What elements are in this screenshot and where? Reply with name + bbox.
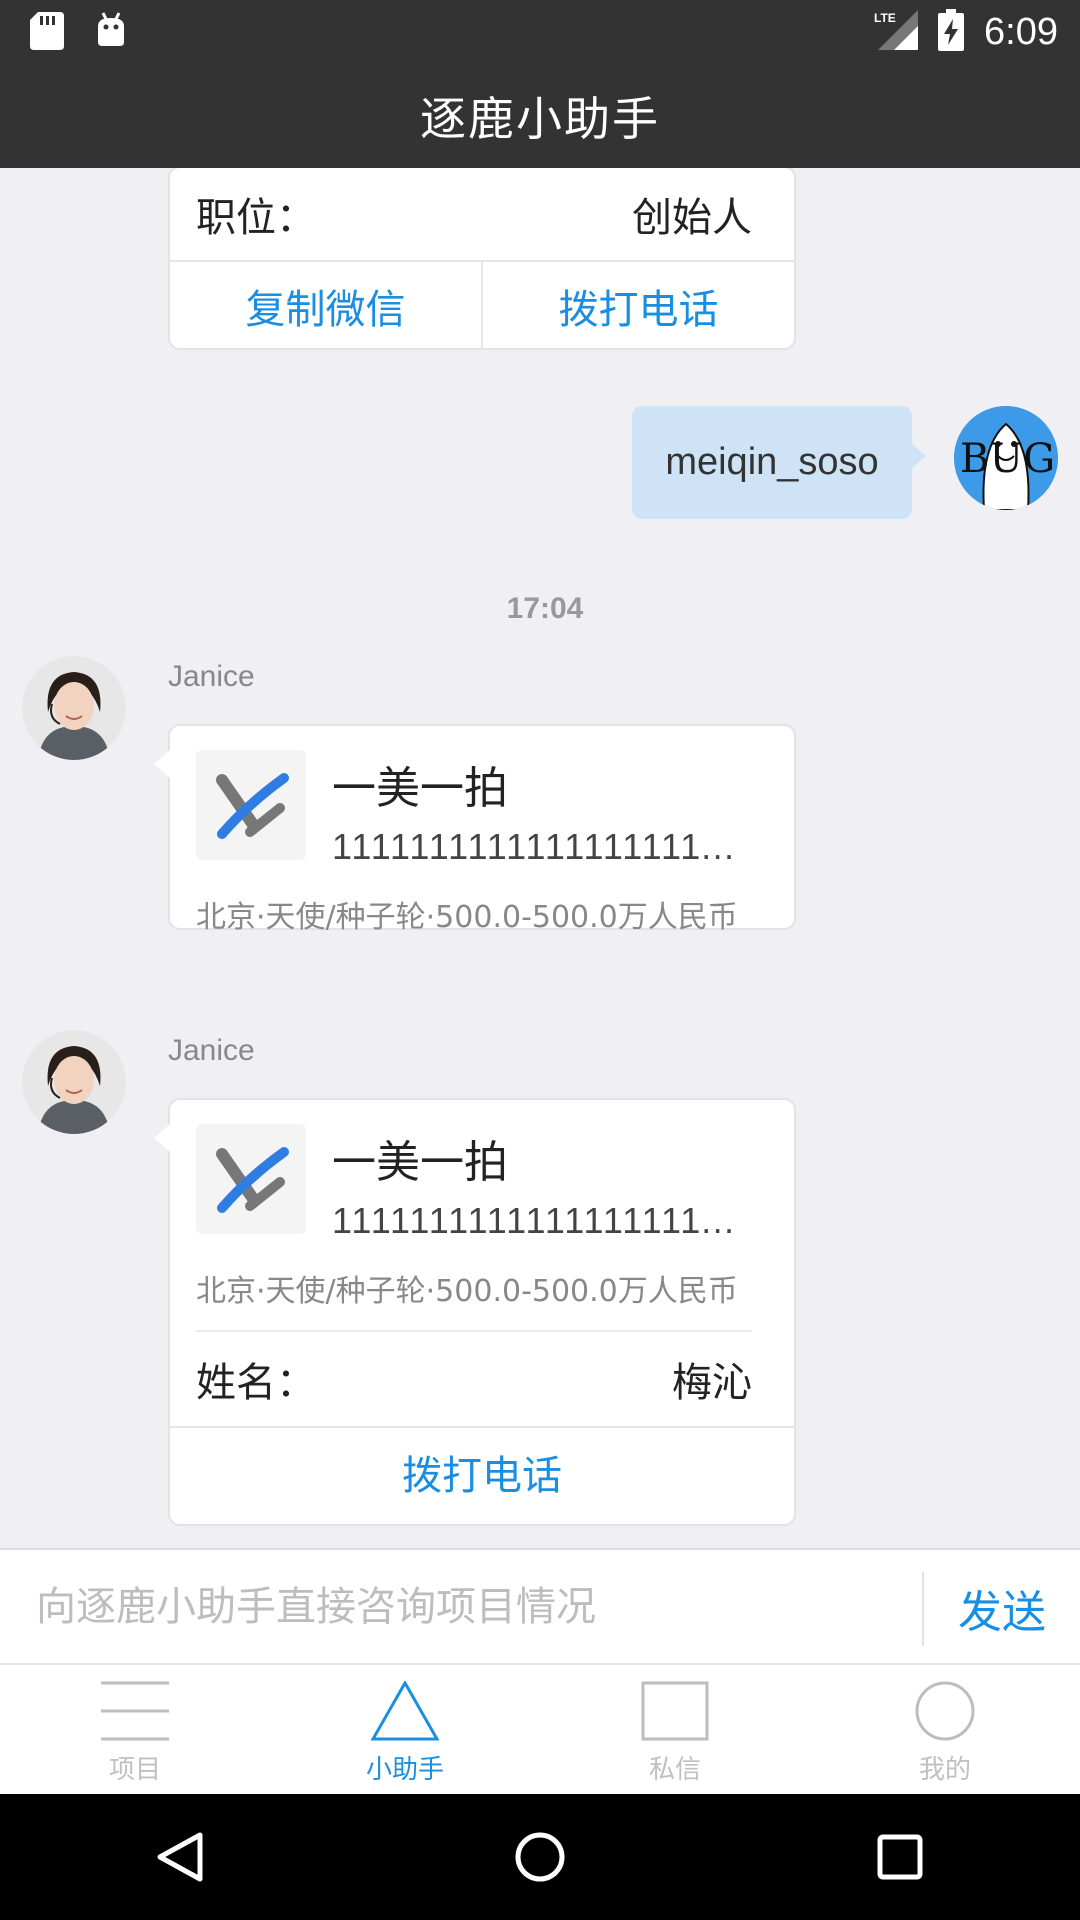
- name-row: 姓名： 梅沁: [170, 1332, 794, 1426]
- back-icon: [157, 1832, 203, 1882]
- project-card[interactable]: 一美一拍 1111111111111111111111111 北京·天使/种子轮…: [154, 724, 796, 935]
- home-icon: [515, 1832, 565, 1882]
- sender-name: Janice: [168, 1034, 255, 1067]
- position-value: 创始人: [632, 195, 752, 241]
- square-icon: [641, 1681, 709, 1745]
- page-title: 逐鹿小助手: [420, 91, 660, 146]
- sd-card-icon: [30, 12, 64, 54]
- project-description: 1111111111111111111111111: [332, 1200, 752, 1241]
- tab-label: 项目: [108, 1755, 161, 1785]
- call-phone-button[interactable]: 拨打电话: [170, 1428, 794, 1516]
- outgoing-message-bubble[interactable]: meiqin_soso: [632, 406, 926, 519]
- tab-label: 小助手: [365, 1755, 444, 1785]
- home-button[interactable]: [470, 1794, 610, 1920]
- sender-name: Janice: [168, 660, 255, 693]
- project-meta: 北京·天使/种子轮·500.0-500.0万人民币: [196, 900, 738, 935]
- android-icon: [94, 12, 128, 54]
- message-input[interactable]: [36, 1572, 896, 1642]
- copy-wechat-button[interactable]: 复制微信: [170, 262, 481, 350]
- project-name: 一美一拍: [332, 1137, 508, 1188]
- svg-text:LTE: LTE: [874, 11, 896, 25]
- contact-card: 职位： 创始人 复制微信 拨打电话: [168, 168, 796, 350]
- call-phone-button[interactable]: 拨打电话: [481, 262, 794, 350]
- send-button[interactable]: 发送: [924, 1550, 1080, 1665]
- tab-messages[interactable]: 私信: [540, 1665, 810, 1794]
- position-row: 职位： 创始人: [170, 168, 794, 260]
- my-avatar[interactable]: BUG: [954, 406, 1058, 510]
- project-description: 1111111111111111111111111: [332, 826, 752, 867]
- back-button[interactable]: [110, 1794, 250, 1920]
- project-name: 一美一拍: [332, 763, 508, 814]
- tab-label: 私信: [648, 1755, 701, 1785]
- tab-bar: 项目 小助手 私信 我的: [0, 1663, 1080, 1794]
- name-value: 梅沁: [672, 1360, 752, 1406]
- position-label: 职位：: [196, 195, 316, 241]
- project-meta: 北京·天使/种子轮·500.0-500.0万人民币: [196, 1274, 738, 1309]
- chat-list[interactable]: 职位： 创始人 复制微信 拨打电话 meiqin_soso BUG 17:04: [0, 168, 1080, 1548]
- clock: 6:09: [984, 10, 1058, 53]
- system-nav-bar: [0, 1794, 1080, 1920]
- triangle-icon: [370, 1679, 440, 1745]
- recents-icon: [877, 1834, 923, 1880]
- tab-projects[interactable]: 项目: [0, 1665, 270, 1794]
- app-bar: 逐鹿小助手: [0, 63, 1080, 168]
- lte-signal-icon: LTE: [874, 8, 919, 56]
- menu-icon: [101, 1681, 169, 1745]
- input-bar: 发送: [0, 1548, 1080, 1663]
- janice-avatar[interactable]: [22, 656, 126, 760]
- message-timestamp: 17:04: [506, 592, 584, 625]
- svg-text:BUG: BUG: [960, 436, 1055, 482]
- project-contact-card[interactable]: 一美一拍 1111111111111111111111111 北京·天使/种子轮…: [154, 1098, 796, 1526]
- circle-icon: [911, 1681, 979, 1745]
- status-bar: LTE 6:09: [0, 0, 1080, 63]
- tab-label: 我的: [918, 1755, 971, 1785]
- janice-avatar[interactable]: [22, 1030, 126, 1134]
- battery-charging-icon: [938, 9, 965, 55]
- project-logo-icon: [196, 750, 306, 860]
- name-label: 姓名：: [196, 1360, 316, 1406]
- project-logo-icon: [196, 1124, 306, 1234]
- tab-mine[interactable]: 我的: [810, 1665, 1080, 1794]
- recents-button[interactable]: [830, 1794, 970, 1920]
- tab-assistant[interactable]: 小助手: [270, 1665, 540, 1794]
